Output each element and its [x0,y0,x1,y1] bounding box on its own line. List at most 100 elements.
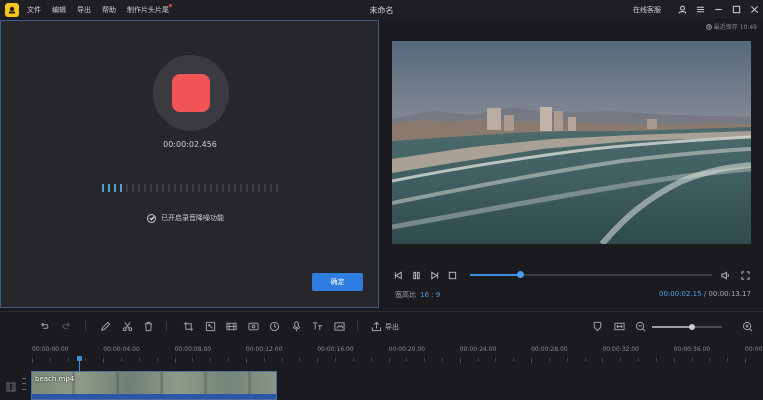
toolbar-separator [166,321,167,331]
menu-intro-outro[interactable]: 制作片头片尾 [127,3,172,15]
level-bar [108,184,110,192]
marker-icon[interactable] [591,320,603,332]
menu-help[interactable]: 帮助 [102,5,116,15]
level-bar [264,184,266,192]
resize-icon[interactable] [204,320,216,332]
redo-icon[interactable] [60,320,72,332]
player-right-controls [711,269,751,281]
preview-panel: 宽高比 16 : 9 00:00:02.15 / 00:00:13.17 [383,33,759,308]
clock-icon[interactable] [268,320,280,332]
ruler-tick [138,358,140,361]
check-circle-icon [147,213,156,223]
ruler-tick [406,358,408,361]
ruler-tick [335,358,337,361]
ruler-tick [513,358,515,361]
level-bar [168,184,170,192]
progress-knob[interactable] [517,271,524,278]
level-bar [198,184,200,192]
ruler-tick [281,358,283,361]
aspect-ratio[interactable]: 宽高比 16 : 9 [395,290,440,300]
pen-icon[interactable] [99,320,111,332]
playback-time: 00:00:02.15 / 00:00:13.17 [659,290,751,298]
crop-icon[interactable] [182,320,194,332]
timeline-clip[interactable]: beach.mp4 [31,371,277,400]
zoom-slider-knob[interactable] [689,324,695,330]
user-icon[interactable] [673,0,691,19]
maximize-icon[interactable] [727,0,745,19]
film-icon[interactable] [225,320,237,332]
menu-bar: 文件 编辑 导出 帮助 制作片头片尾 [27,3,180,15]
mosaic-icon[interactable] [333,320,345,332]
level-bar [150,184,152,192]
ruler-tick [67,358,69,361]
app-window: 文件 编辑 导出 帮助 制作片头片尾 未命名 在线客服 最近保存 10:49 0… [0,0,763,400]
mic-icon[interactable] [290,320,302,332]
ruler-tick [352,358,354,361]
noise-reduction-label: 已开启录音降噪功能 [161,214,224,222]
record-icon[interactable] [247,320,259,332]
ruler-tick [745,358,746,363]
export-icon[interactable] [370,320,382,332]
export-label[interactable]: 导出 [385,322,399,332]
ruler-tick [620,358,622,361]
delete-icon[interactable] [142,320,154,332]
time-separator: / [703,290,707,298]
ruler-tick [103,358,105,363]
zoom-in-icon[interactable] [741,320,753,332]
record-button-ring [153,55,229,131]
level-bar [204,184,206,192]
ruler-tick-label: 00:00:16.00 [317,346,354,353]
level-bar [174,184,176,192]
close-icon[interactable] [745,0,763,19]
text-icon[interactable] [311,320,323,332]
zoom-slider[interactable] [652,324,722,330]
record-elapsed-time: 00:00:02.456 [163,140,217,149]
progress-fill [470,274,520,276]
fit-icon[interactable] [613,320,625,332]
stop-record-button[interactable] [172,74,210,112]
menu-icon[interactable] [691,0,709,19]
zoom-out-icon[interactable] [634,320,646,332]
ruler-tick [602,358,604,363]
previous-frame-icon[interactable] [392,269,404,281]
level-bar [102,184,104,192]
app-logo [5,2,19,17]
undo-icon[interactable] [38,320,50,332]
confirm-button[interactable]: 确定 [312,273,363,291]
ruler-tick [210,358,212,361]
ruler-tick-label: 00:00:24.00 [459,346,497,353]
scissors-icon[interactable] [121,320,133,332]
ruler-tick [156,358,158,361]
timeline-ruler[interactable]: 00:00:00.00 00:00:04.00 00:00:08.00 00:00:1… [28,346,763,366]
minimize-icon[interactable] [709,0,727,19]
level-bar [138,184,140,192]
ruler-tick-label: 00:00:00.00 [32,346,69,353]
stop-icon[interactable] [446,269,458,281]
track-controls[interactable] [22,376,28,392]
fullscreen-icon[interactable] [739,269,751,281]
next-frame-icon[interactable] [428,269,440,281]
ruler-tick [299,358,301,361]
volume-icon[interactable] [719,269,731,281]
menu-edit[interactable]: 编辑 [52,5,66,15]
playback-progress-bar[interactable] [470,271,712,278]
level-bar [252,184,254,192]
total-time: 00:00:13.17 [708,290,751,298]
menu-file[interactable]: 文件 [27,5,41,15]
ruler-tick [566,358,568,361]
titlebar-controls: 在线客服 [633,0,763,19]
voice-recorder-panel: 00:00:02.456 已开启录音降噪功能 确定 [0,20,379,308]
noise-reduction-toggle[interactable]: 已开启录音降噪功能 [147,213,224,223]
ruler-tick [32,358,33,363]
online-service-link[interactable]: 在线客服 [633,5,661,15]
menu-export[interactable]: 导出 [77,5,91,15]
clip-audio-strip [32,394,276,399]
audio-level-meter [102,184,282,192]
pause-icon[interactable] [410,269,422,281]
ruler-tick [228,358,230,361]
ruler-tick [477,358,479,361]
ruler-tick [174,358,176,363]
toolbar-separator [85,321,86,331]
ruler-tick-label: 00:00:04.00 [103,346,140,353]
ruler-tick [691,358,693,361]
